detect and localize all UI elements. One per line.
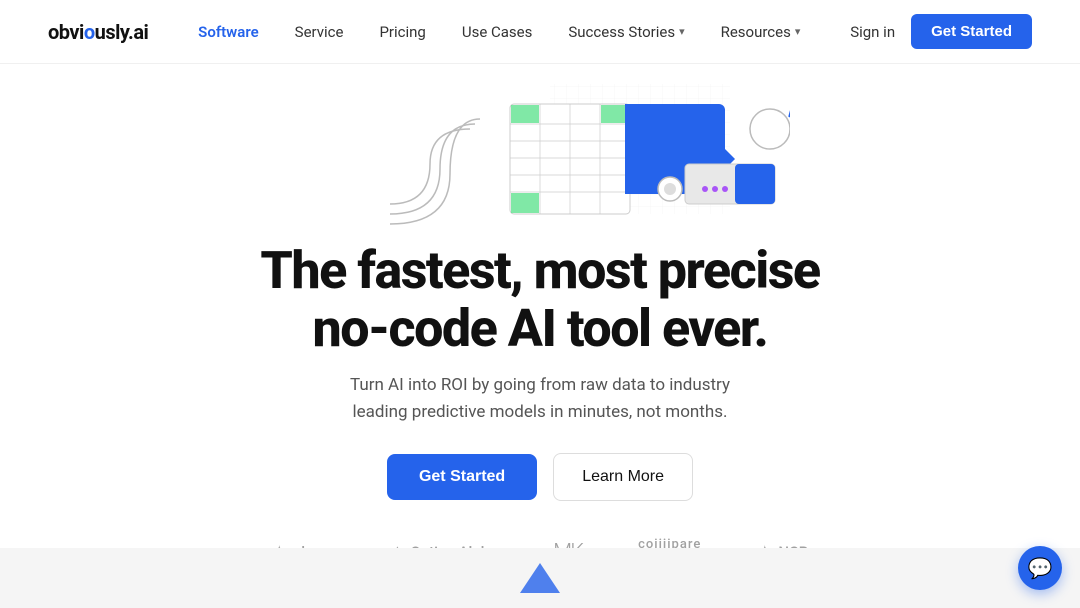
hero-title: The fastest, most precise no-code AI too… — [260, 242, 819, 358]
nav-actions: Sign in Get Started — [850, 14, 1032, 49]
cta-row: Get Started Learn More — [387, 453, 693, 501]
navbar: obviously.ai Software Service Pricing Us… — [0, 0, 1080, 64]
hero-section: The fastest, most precise no-code AI too… — [0, 64, 1080, 567]
nav-pricing[interactable]: Pricing — [379, 23, 425, 41]
nav-success-stories[interactable]: Success Stories ▾ — [568, 23, 684, 41]
sign-in-link[interactable]: Sign in — [850, 23, 895, 41]
nav-resources[interactable]: Resources ▾ — [721, 23, 801, 41]
chat-icon: 💬 — [1028, 556, 1053, 580]
bottom-illustration-peek — [510, 558, 570, 598]
nav-use-cases[interactable]: Use Cases — [462, 23, 533, 41]
hero-subtitle: Turn AI into ROI by going from raw data … — [330, 372, 750, 425]
chat-button[interactable]: 💬 — [1018, 546, 1062, 590]
hero-illustration — [290, 74, 790, 234]
chevron-down-icon: ▾ — [679, 25, 685, 38]
logo-text: obviously.ai — [48, 20, 148, 44]
logo[interactable]: obviously.ai — [48, 20, 148, 44]
chevron-down-icon: ▾ — [795, 25, 801, 38]
learn-more-button[interactable]: Learn More — [553, 453, 693, 501]
nav-software[interactable]: Software — [198, 23, 258, 41]
bottom-band — [0, 548, 1080, 608]
get-started-hero-button[interactable]: Get Started — [387, 454, 537, 500]
nav-links: Software Service Pricing Use Cases Succe… — [198, 23, 800, 41]
nav-service[interactable]: Service — [295, 23, 344, 41]
get-started-nav-button[interactable]: Get Started — [911, 14, 1032, 49]
